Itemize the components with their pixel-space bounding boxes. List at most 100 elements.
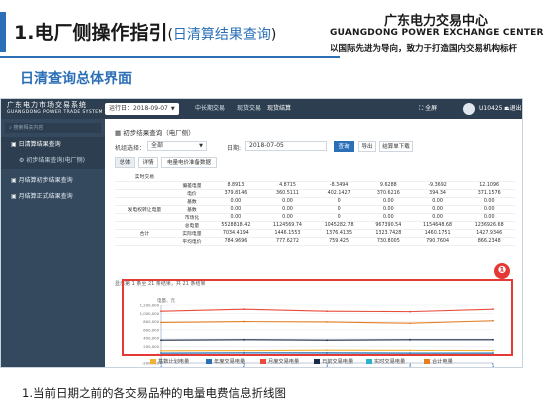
legend-item[interactable]: 实时交易电量 [366, 358, 405, 365]
exit-button[interactable]: ⏏退出 [504, 102, 522, 116]
table-cell: 1045282.78 [313, 221, 365, 230]
table-row: 发电权转让电量 基数 0.00 0.00 0 0.00 0.00 0.00 [115, 205, 515, 214]
table-row: 偏差电量 8.8913 4.8715 -8.3494 9.6288 -9.3692 12.1… [115, 181, 515, 190]
run-date-label: 运行日：2018-09-07 [109, 105, 168, 112]
table-cell: 5528818.42 [210, 221, 262, 230]
table-cell: 1154648.68 [411, 221, 464, 230]
table-row: 市场化 0.00 0.00 0 0.00 0.00 0.00 [115, 213, 515, 222]
title-subtitle: 日清算结果查询 [172, 27, 271, 43]
table-cell-group: 合计 [115, 229, 174, 238]
table-cell: 759.425 [313, 237, 365, 246]
nav-spot-settle[interactable]: 现货结算 [263, 102, 295, 116]
export-button[interactable]: 导出 [358, 141, 376, 152]
table-cell: 0.00 [261, 205, 314, 214]
tab-overview[interactable]: 总体 [115, 157, 135, 168]
table-cell: 394.34 [411, 189, 464, 198]
legend-item[interactable]: 基数计划电量 [150, 358, 189, 365]
nav-mid-long[interactable]: 中长期交易 [191, 102, 229, 116]
table-cell: 0.00 [411, 197, 464, 206]
table-cell: 0.00 [364, 213, 412, 222]
sidebar-item-monthly-prelim[interactable]: ▣ 月结算初步结果查询 [1, 173, 105, 189]
sidebar-item-preliminary-plant[interactable]: ⚙ 初步结果查询(电厂侧) [1, 153, 105, 169]
table-cell: -9.3692 [411, 181, 464, 190]
unit-select-label: 机组选择： [115, 145, 146, 152]
date-field[interactable]: 2018-07-05 [245, 141, 327, 151]
sidebar-item-daily-settle[interactable]: ▣ 日清算结果查询 [1, 137, 105, 153]
fullscreen-button[interactable]: ⛶ 全屏 [419, 102, 437, 116]
avatar[interactable] [463, 103, 475, 115]
caption: 1.当前日期之前的各交易品种的电量电费信息折线图 [22, 386, 286, 400]
table-cell: 9.6288 [364, 181, 412, 190]
table-cell-item: 实际电量 [173, 229, 211, 238]
table-cell [463, 173, 515, 182]
table-cell: 7034.4194 [210, 229, 262, 238]
legend-item[interactable]: 日前交易电量 [314, 358, 353, 365]
table-cell [261, 173, 314, 182]
sidebar-item-label: 月结算正式结果查询 [18, 193, 73, 200]
org-name-en: GUANGDONG POWER EXCHANGE CENTER [330, 28, 544, 38]
table-cell-group [115, 197, 174, 206]
query-button[interactable]: 查询 [334, 141, 354, 152]
legend-item[interactable]: 年度交易电量 [206, 358, 245, 365]
legend-label: 日前交易电量 [322, 359, 354, 365]
table-cell: 0.00 [463, 213, 515, 222]
table-cell: 1427.9346 [463, 229, 515, 238]
table-cell-group [115, 213, 174, 222]
table-cell: 0.00 [210, 205, 262, 214]
header-accent-bar [0, 12, 6, 52]
sidebar-item-label: 月结算初步结果查询 [18, 177, 73, 184]
logo-cn: 广东电力市场交易系统 [7, 101, 87, 109]
table-cell-item: 总电量 [173, 221, 211, 230]
tab-price-data[interactable]: 电量电价准备数据 [161, 157, 217, 168]
breadcrumb-label: 初步结果查询（电厂侧） [123, 129, 195, 137]
legend-item[interactable]: 合计电量 [424, 358, 453, 365]
table-icon: ▦ [115, 129, 122, 137]
table-cell: 0.00 [261, 213, 314, 222]
legend-label: 年度交易电量 [214, 359, 246, 365]
table-row: 总电量 5528818.42 1124569.74 1045282.78 967390.… [115, 221, 515, 230]
table-cell: 0 [313, 205, 365, 214]
legend-swatch [260, 359, 266, 364]
user-name: U10425 [479, 105, 503, 112]
table-cell: 730.8005 [364, 237, 412, 246]
legend-swatch [366, 359, 372, 364]
table-row: 电价 379.8146 360.5111 402.1427 370.6216 394.34… [115, 189, 515, 198]
legend-label: 月度交易电量 [268, 359, 300, 365]
table-cell: 1323.7428 [364, 229, 412, 238]
org-name-cn: 广东电力交易中心 [384, 14, 489, 29]
chart-legend: 基数计划电量 年度交易电量 月度交易电量 日前交易电量 实时交易电量 合计电量 [104, 358, 521, 368]
table-cell: 1460.1751 [411, 229, 464, 238]
table-cell: 379.8146 [210, 189, 262, 198]
search-placeholder: 搜索相关内容 [13, 125, 44, 131]
doc-icon: ▣ [11, 193, 17, 200]
table-cell: 0 [313, 197, 365, 206]
table-cell [313, 173, 365, 182]
date-field-label: 日期: [227, 145, 242, 152]
tab-details[interactable]: 详情 [138, 157, 158, 168]
sidebar: ⌕ 搜索相关内容 ▣ 日清算结果查询 ⚙ 初步结果查询(电厂侧) ▣ 月结算初步… [1, 119, 105, 367]
table-cell: 0.00 [210, 213, 262, 222]
table-cell: 790.7604 [411, 237, 464, 246]
legend-label: 合计电量 [432, 359, 453, 365]
doc-icon: ▣ [11, 141, 17, 148]
sidebar-search-input[interactable]: ⌕ 搜索相关内容 [5, 123, 101, 133]
table-cell: 1124569.74 [261, 221, 314, 230]
table-cell-item: 电价 [173, 189, 211, 198]
unit-select[interactable]: 全部 ▼ [147, 141, 207, 151]
app-topbar: 广东电力市场交易系统 GUANGDONG POWER TRADE SYSTEM … [1, 99, 522, 119]
table-cell: 402.1427 [313, 189, 365, 198]
table-cell-item: 基数 [173, 197, 211, 206]
table-cell-group [115, 221, 174, 230]
unit-select-value: 全部 [151, 142, 164, 149]
statement-download-button[interactable]: 结算单下载 [379, 141, 413, 152]
chevron-down-icon: ▼ [199, 143, 203, 149]
run-date-select[interactable]: 运行日：2018-09-07 ▼ [105, 103, 179, 115]
result-table: 实时交易 偏差电量 8.8913 4.8715 -8.3494 9.6288 -9.3692… [115, 173, 515, 246]
org-slogan: 以国际先进为导向，致力于打造国内交易机构标杆 [330, 44, 518, 54]
table-row: 平均电价 784.9696 777.6272 759.425 730.8005 790.7… [115, 237, 515, 246]
legend-item[interactable]: 月度交易电量 [260, 358, 299, 365]
table-row: 实时交易 [115, 173, 515, 182]
nav-spot-trade[interactable]: 现货交易 [233, 102, 265, 116]
sidebar-item-monthly-final[interactable]: ▣ 月结算正式结果查询 [1, 189, 105, 205]
legend-swatch [206, 359, 212, 364]
